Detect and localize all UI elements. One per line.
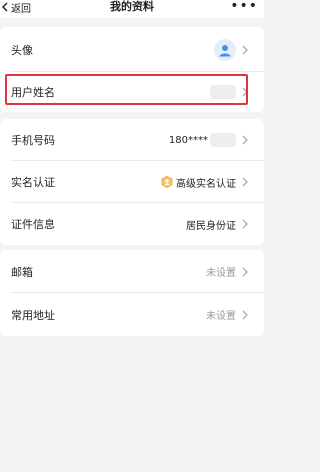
- identity-card: 手机号码 180**** 实名认证 高级实名认证 证件信息 居民身份证: [0, 119, 264, 245]
- email-row[interactable]: 邮箱 未设置: [0, 250, 264, 293]
- email-value: 未设置: [206, 268, 236, 279]
- chevron-right-icon: [242, 45, 248, 54]
- navigation-bar: 返回 我的资料 •••: [0, 0, 264, 18]
- realname-label: 实名认证: [11, 176, 55, 189]
- address-label: 常用地址: [11, 308, 55, 322]
- chevron-right-icon: [242, 219, 248, 229]
- contact-card: 邮箱 未设置 常用地址 未设置: [0, 250, 264, 336]
- avatar[interactable]: [214, 38, 236, 61]
- realname-row[interactable]: 实名认证 高级实名认证: [0, 161, 264, 203]
- phone-row[interactable]: 手机号码 180****: [0, 119, 264, 161]
- certificate-label: 证件信息: [11, 218, 55, 231]
- phone-label: 手机号码: [11, 134, 55, 147]
- phone-value: 180****: [169, 133, 236, 147]
- realname-value: 高级实名认证: [161, 175, 236, 190]
- address-row[interactable]: 常用地址 未设置: [0, 293, 264, 336]
- highlight-box: [5, 74, 248, 105]
- chevron-right-icon: [242, 135, 248, 145]
- avatar-label: 头像: [11, 43, 33, 57]
- avatar-row[interactable]: 头像: [0, 27, 264, 72]
- redacted-phone: [210, 133, 236, 147]
- page-title: 我的资料: [110, 0, 154, 13]
- more-menu-button[interactable]: •••: [230, 0, 258, 14]
- phone-number: 180****: [168, 134, 208, 146]
- chevron-right-icon: [242, 267, 248, 276]
- chevron-right-icon: [242, 177, 248, 187]
- address-value: 未设置: [206, 311, 236, 322]
- realname-status: 高级实名认证: [176, 178, 236, 190]
- user-avatar-icon: [214, 38, 236, 61]
- chevron-right-icon: [242, 310, 248, 319]
- certificate-row[interactable]: 证件信息 居民身份证: [0, 203, 264, 245]
- email-label: 邮箱: [11, 265, 33, 279]
- verified-badge-icon: [161, 176, 173, 188]
- certificate-value: 居民身份证: [186, 220, 236, 232]
